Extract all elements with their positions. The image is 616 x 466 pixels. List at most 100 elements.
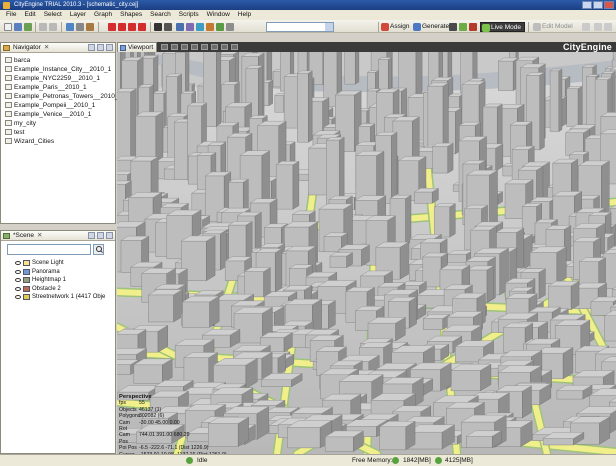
- terrain-icon[interactable]: [216, 23, 224, 31]
- minimize-panel-icon[interactable]: [106, 44, 113, 51]
- search-icon[interactable]: [93, 244, 104, 255]
- scene-tab[interactable]: *Scene ✕: [1, 231, 115, 241]
- shape-icon[interactable]: [186, 23, 194, 31]
- update-icon[interactable]: [459, 23, 467, 31]
- building-front: [148, 294, 174, 323]
- menu-file[interactable]: File: [2, 10, 20, 20]
- navigate-tool-icon[interactable]: [154, 23, 162, 31]
- scene-layer-item[interactable]: Obstacle 2: [15, 285, 113, 294]
- wireframe-icon[interactable]: [191, 44, 198, 50]
- building-front: [283, 76, 298, 129]
- menu-window[interactable]: Window: [203, 10, 234, 20]
- freehand-street-icon[interactable]: [138, 23, 146, 31]
- project-item[interactable]: test: [4, 128, 112, 137]
- close-window-button[interactable]: [604, 1, 614, 9]
- live-mode-toggle[interactable]: Live Mode: [480, 22, 525, 32]
- heightmap-icon: [23, 277, 30, 283]
- redo-icon[interactable]: [49, 23, 57, 31]
- rule-icon[interactable]: [176, 23, 184, 31]
- info-toggle-icon[interactable]: [231, 44, 238, 50]
- model-tool-3-icon[interactable]: [604, 23, 612, 31]
- cancel-icon[interactable]: [469, 23, 477, 31]
- building-front: [276, 164, 294, 210]
- scene-layer-item[interactable]: Scene Light: [15, 259, 113, 268]
- visibility-eye-icon[interactable]: [15, 261, 21, 265]
- select-tool-icon[interactable]: [66, 23, 74, 31]
- link-icon[interactable]: [97, 44, 104, 51]
- viewport-tab[interactable]: Viewport: [117, 42, 157, 52]
- scene-icon: [3, 233, 10, 239]
- shadow-toggle-icon[interactable]: [211, 44, 218, 50]
- model-tool-icon[interactable]: [582, 23, 590, 31]
- project-item[interactable]: Wizard_Cities: [4, 137, 112, 146]
- grow-streets-icon[interactable]: [128, 23, 136, 31]
- maximize-button[interactable]: [593, 1, 603, 9]
- texture-toggle-icon[interactable]: [201, 44, 208, 50]
- building: [431, 142, 454, 174]
- minimize-panel-icon[interactable]: [97, 232, 104, 239]
- maximize-panel-icon[interactable]: [106, 232, 113, 239]
- visibility-eye-icon[interactable]: [15, 269, 21, 274]
- collapse-all-icon[interactable]: [88, 44, 95, 51]
- project-item[interactable]: Example_Pompeii__2010_1: [4, 101, 112, 110]
- add-street-icon[interactable]: [108, 23, 116, 31]
- scene-layer-item[interactable]: Panorama: [15, 268, 113, 277]
- display-options-icon[interactable]: [181, 44, 188, 50]
- building-side: [399, 241, 409, 280]
- move-tool-icon[interactable]: [76, 23, 84, 31]
- project-item[interactable]: barca: [4, 56, 112, 65]
- texture-icon[interactable]: [196, 23, 204, 31]
- menu-edit[interactable]: Edit: [20, 10, 39, 20]
- add-node-icon[interactable]: [118, 23, 126, 31]
- building-side: [391, 131, 398, 204]
- minimize-button[interactable]: [582, 1, 592, 9]
- edit-model-button[interactable]: Edit Model: [532, 22, 573, 32]
- scene-layer-item[interactable]: Streetnetwork 1 (4417 Obje: [15, 293, 113, 302]
- building: [147, 289, 184, 323]
- view-menu-icon[interactable]: [88, 232, 95, 239]
- scene-search-input[interactable]: [7, 244, 91, 255]
- camera-icon[interactable]: [161, 44, 168, 50]
- navigator-tab[interactable]: Navigator ✕: [1, 43, 115, 53]
- undo-icon[interactable]: [39, 23, 47, 31]
- visibility-eye-icon[interactable]: [15, 295, 21, 299]
- new-file-icon[interactable]: [4, 23, 12, 31]
- project-item[interactable]: Example_Instance_City__2010_1: [4, 65, 112, 74]
- import-icon[interactable]: [24, 23, 32, 31]
- menu-layer[interactable]: Layer: [66, 10, 90, 20]
- menu-scripts[interactable]: Scripts: [175, 10, 203, 20]
- scene-layer-list: Scene Light Panorama Heightmap 1 Obstacl…: [15, 259, 113, 302]
- visibility-eye-icon[interactable]: [15, 286, 21, 291]
- model-tool-2-icon[interactable]: [594, 23, 602, 31]
- menu-search[interactable]: Search: [146, 10, 175, 20]
- building-front: [287, 427, 321, 449]
- project-item[interactable]: my_city: [4, 119, 112, 128]
- layer-selector-dropdown[interactable]: [266, 22, 334, 32]
- building-front: [521, 206, 537, 238]
- script-icon[interactable]: [206, 23, 214, 31]
- grid-toggle-icon[interactable]: [221, 44, 228, 50]
- bookmark-icon[interactable]: [171, 44, 178, 50]
- menu-shapes[interactable]: Shapes: [116, 10, 146, 20]
- transform-tool-icon[interactable]: [86, 23, 94, 31]
- project-item[interactable]: Example_Petronas_Towers__2010_1: [4, 92, 122, 101]
- menu-select[interactable]: Select: [40, 10, 66, 20]
- project-item[interactable]: Example_Venice__2010_1: [4, 110, 112, 119]
- close-icon[interactable]: ✕: [44, 44, 49, 51]
- save-icon[interactable]: [14, 23, 22, 31]
- menu-graph[interactable]: Graph: [90, 10, 116, 20]
- stop-generate-icon[interactable]: [449, 23, 457, 31]
- building: [413, 187, 440, 204]
- generate-button[interactable]: Generate: [412, 22, 449, 32]
- close-icon[interactable]: ✕: [37, 232, 42, 239]
- scene-layer-item[interactable]: Heightmap 1: [15, 276, 113, 285]
- layer-icon[interactable]: [226, 23, 234, 31]
- building-blocks: [117, 52, 616, 452]
- building-front: [274, 95, 285, 113]
- zoom-tool-icon[interactable]: [164, 23, 172, 31]
- assign-button[interactable]: Assign: [380, 22, 410, 32]
- project-item[interactable]: Example_NYC2259__2010_1: [4, 74, 112, 83]
- visibility-eye-icon[interactable]: [15, 278, 21, 282]
- project-item[interactable]: Example_Paris__2010_1: [4, 83, 112, 92]
- menu-help[interactable]: Help: [234, 10, 255, 20]
